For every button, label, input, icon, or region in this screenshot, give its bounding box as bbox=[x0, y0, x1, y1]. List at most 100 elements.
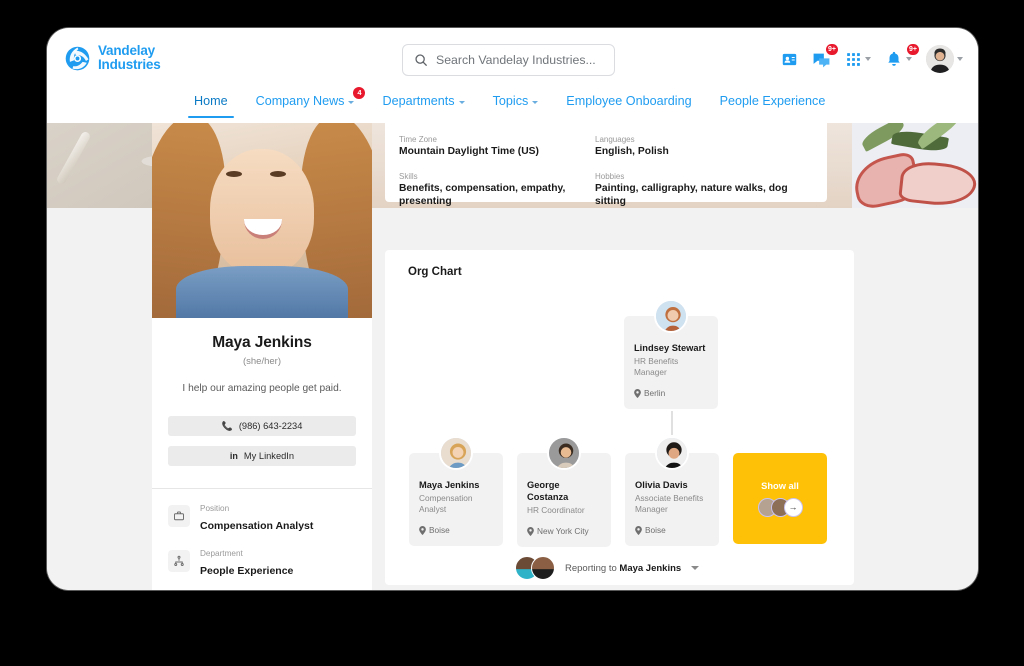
meta-label: Position bbox=[200, 504, 230, 513]
chat-badge: 9+ bbox=[826, 43, 838, 55]
reporting-to-prefix: Reporting to bbox=[565, 562, 617, 574]
profile-details-card: Time Zone Mountain Daylight Time (US) La… bbox=[385, 123, 827, 207]
avatar bbox=[926, 45, 954, 73]
brand-logo[interactable]: Vandelay Industries bbox=[64, 44, 161, 72]
org-node-card[interactable]: Olivia Davis Associate Benefits Manager … bbox=[625, 436, 719, 546]
search-bar[interactable] bbox=[402, 44, 615, 76]
photo-detail bbox=[226, 171, 242, 177]
page-content: Maya Jenkins (she/her) I help our amazin… bbox=[47, 123, 978, 590]
nav-label: Topics bbox=[492, 94, 529, 108]
phone-label: (986) 643-2234 bbox=[238, 421, 303, 431]
org-node-role: Compensation Analyst bbox=[419, 493, 473, 514]
meta-text: Position Compensation Analyst bbox=[200, 498, 313, 534]
nav-label: Home bbox=[194, 94, 228, 108]
org-node-maya-jenkins[interactable]: Maya Jenkins Compensation Analyst Boise bbox=[409, 436, 503, 547]
contact-card-icon[interactable] bbox=[781, 51, 798, 68]
detail-label: Skills bbox=[399, 172, 418, 181]
detail-label: Time Zone bbox=[399, 135, 437, 144]
nav-item-people-experience[interactable]: People Experience bbox=[706, 90, 840, 118]
detail-value: Mountain Daylight Time (US) bbox=[399, 146, 539, 157]
detail-value: Painting, calligraphy, nature walks, dog… bbox=[595, 183, 788, 207]
main-navigation: Home Company News 4 Departments Topics E… bbox=[47, 87, 978, 123]
show-all-button[interactable]: Show all → bbox=[733, 453, 827, 544]
profile-details: Maya Jenkins (she/her) I help our amazin… bbox=[152, 318, 372, 466]
org-node-location-label: New York City bbox=[537, 526, 589, 536]
bell-chevron-down-icon[interactable] bbox=[906, 57, 912, 61]
org-node-location-label: Boise bbox=[645, 525, 666, 535]
detail-value: English, Polish bbox=[595, 146, 669, 157]
nav-item-departments[interactable]: Departments bbox=[368, 90, 478, 118]
avatar bbox=[439, 436, 473, 470]
map-pin-icon bbox=[527, 526, 534, 536]
reporting-to-text: Reporting to Maya Jenkins bbox=[565, 563, 681, 574]
org-node-card[interactable]: Maya Jenkins Compensation Analyst Boise bbox=[409, 436, 503, 546]
org-node-role: Associate Benefits Manager bbox=[635, 493, 704, 514]
org-reports-row: Maya Jenkins Compensation Analyst Boise bbox=[409, 436, 827, 547]
brand-name-line1: Vandelay bbox=[98, 43, 155, 58]
app-grid-icon[interactable] bbox=[845, 51, 871, 68]
reporting-to-row[interactable]: Reporting to Maya Jenkins bbox=[515, 556, 700, 580]
profile-pronouns: (she/her) bbox=[242, 356, 281, 367]
map-pin-icon bbox=[634, 388, 641, 398]
bell-icon[interactable]: 9+ bbox=[885, 44, 919, 68]
nav-label: Departments bbox=[382, 94, 455, 108]
nav-item-home[interactable]: Home bbox=[180, 90, 242, 118]
nav-item-employee-onboarding[interactable]: Employee Onboarding bbox=[552, 90, 705, 118]
nav-item-topics[interactable]: Topics bbox=[479, 90, 553, 118]
active-tab-underline bbox=[188, 115, 234, 118]
brand-name: Vandelay Industries bbox=[98, 44, 161, 72]
org-chart-card: Org Chart Lindsey Stewart HR Benefits Ma… bbox=[385, 250, 854, 585]
org-node-name: Lindsey Stewart bbox=[634, 343, 706, 353]
chevron-down-icon bbox=[532, 100, 539, 104]
show-all-label: Show all bbox=[761, 480, 799, 491]
arrow-right-icon: → bbox=[783, 497, 803, 517]
details-grid: Time Zone Mountain Daylight Time (US) La… bbox=[399, 134, 813, 208]
bell-badge: 9+ bbox=[907, 44, 919, 55]
profile-tagline: I help our amazing people get paid. bbox=[182, 383, 342, 394]
detail-hobbies: Hobbies Painting, calligraphy, nature wa… bbox=[595, 171, 813, 208]
org-node-name: Olivia Davis bbox=[635, 480, 688, 490]
meta-value: Compensation Analyst bbox=[200, 520, 314, 532]
nav-item-company-news[interactable]: Company News 4 bbox=[242, 87, 369, 118]
phone-icon: 📞 bbox=[221, 420, 233, 431]
detail-label: Hobbies bbox=[595, 172, 625, 181]
top-bar: Vandelay Industries Search Vandelay Indu… bbox=[47, 28, 978, 90]
org-node-name: George Costanza bbox=[527, 480, 569, 502]
org-node-location-label: Berlin bbox=[644, 388, 666, 398]
meta-value: People Experience bbox=[200, 565, 294, 577]
detail-value: Benefits, compensation, empathy, present… bbox=[399, 183, 566, 207]
photo-detail bbox=[176, 266, 348, 318]
org-node-olivia-davis[interactable]: Olivia Davis Associate Benefits Manager … bbox=[625, 436, 719, 547]
user-menu[interactable] bbox=[926, 45, 963, 73]
chat-bubbles-icon[interactable]: 9+ bbox=[812, 43, 838, 69]
nav-label: People Experience bbox=[719, 94, 826, 108]
profile-meta-position: Position Compensation Analyst bbox=[152, 489, 372, 534]
search-icon bbox=[414, 53, 428, 67]
page-title: Maya Jenkins bbox=[212, 334, 312, 351]
photo-detail bbox=[270, 171, 286, 177]
org-node-george-costanza[interactable]: George Costanza HR Coordinator New York … bbox=[517, 436, 611, 547]
org-node-role: HR Coordinator bbox=[527, 505, 585, 515]
briefcase-icon bbox=[168, 505, 190, 527]
org-node-card[interactable]: George Costanza HR Coordinator New York … bbox=[517, 436, 611, 547]
search-input[interactable] bbox=[436, 53, 603, 67]
org-node-role: HR Benefits Manager bbox=[634, 356, 679, 377]
photo-detail bbox=[210, 149, 314, 275]
user-chevron-down-icon[interactable] bbox=[957, 57, 963, 61]
device-frame: Vandelay Industries Search Vandelay Indu… bbox=[47, 28, 978, 590]
avatar bbox=[654, 299, 688, 333]
avatar bbox=[531, 556, 555, 580]
org-node-manager[interactable]: Lindsey Stewart HR Benefits Manager Berl… bbox=[624, 299, 718, 409]
org-chart-title: Org Chart bbox=[408, 266, 462, 278]
profile-photo bbox=[152, 123, 372, 318]
org-node-name: Maya Jenkins bbox=[419, 480, 480, 490]
topbar-actions: 9+ 9+ bbox=[781, 41, 963, 77]
linkedin-button[interactable]: in My LinkedIn bbox=[168, 446, 356, 466]
chevron-down-icon[interactable] bbox=[691, 566, 700, 570]
hero-decor-object bbox=[55, 130, 92, 186]
show-all-avatar-stack: → bbox=[757, 497, 803, 517]
app-grid-chevron-down-icon[interactable] bbox=[865, 57, 871, 61]
chevron-down-icon bbox=[458, 100, 465, 104]
phone-button[interactable]: 📞 (986) 643-2234 bbox=[168, 416, 356, 436]
org-node-card[interactable]: Lindsey Stewart HR Benefits Manager Berl… bbox=[624, 299, 718, 409]
